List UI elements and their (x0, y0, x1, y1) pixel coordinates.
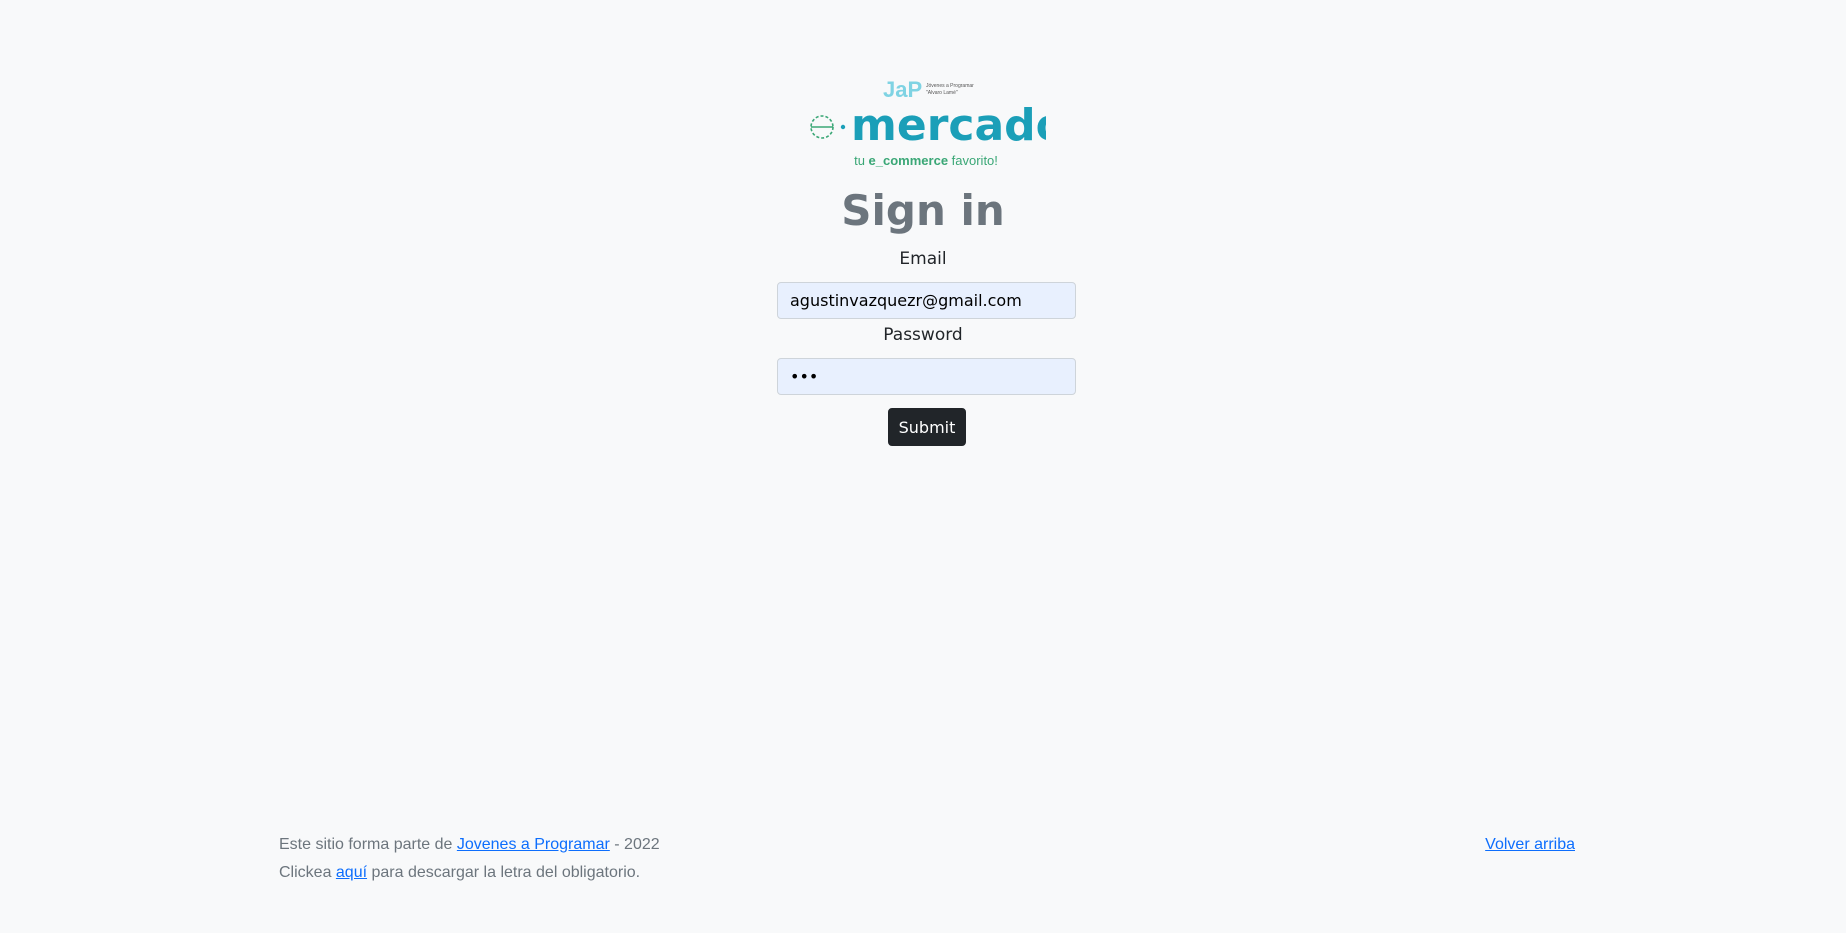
brand-name: mercado (851, 100, 1046, 151)
footer-download-prefix: Clickea (279, 864, 336, 881)
page-title: Sign in (841, 186, 1005, 235)
footer-download: Clickea aquí para descargar la letra del… (279, 862, 640, 884)
email-label: Email (899, 249, 947, 269)
email-field[interactable] (777, 282, 1076, 319)
jap-badge-caption-1: Jóvenes a Programar (926, 83, 974, 89)
footer-credits: Este sitio forma parte de Jovenes a Prog… (279, 834, 660, 856)
brand-tagline: tu e_commerce favorito! (854, 153, 998, 168)
jap-badge-text: JaP (883, 77, 922, 102)
jap-link[interactable]: Jovenes a Programar (457, 836, 610, 853)
jap-badge-caption-2: "Alvaro Lamé" (926, 90, 958, 96)
password-label: Password (883, 325, 963, 345)
submit-button[interactable]: Submit (888, 408, 966, 446)
footer-credits-suffix: - 2022 (609, 836, 660, 853)
login-page: JaP Jóvenes a Programar "Alvaro Lamé" me… (0, 0, 1846, 933)
footer-download-suffix: para descargar la letra del obligatorio. (367, 864, 641, 881)
e-mercado-logo: JaP Jóvenes a Programar "Alvaro Lamé" me… (810, 77, 1046, 168)
globe-icon (810, 115, 846, 139)
footer-credits-prefix: Este sitio forma parte de (279, 836, 457, 853)
download-link[interactable]: aquí (336, 864, 367, 881)
password-field[interactable] (777, 358, 1076, 395)
back-to-top-link[interactable]: Volver arriba (1485, 834, 1575, 856)
jap-badge: JaP Jóvenes a Programar "Alvaro Lamé" (883, 77, 974, 102)
